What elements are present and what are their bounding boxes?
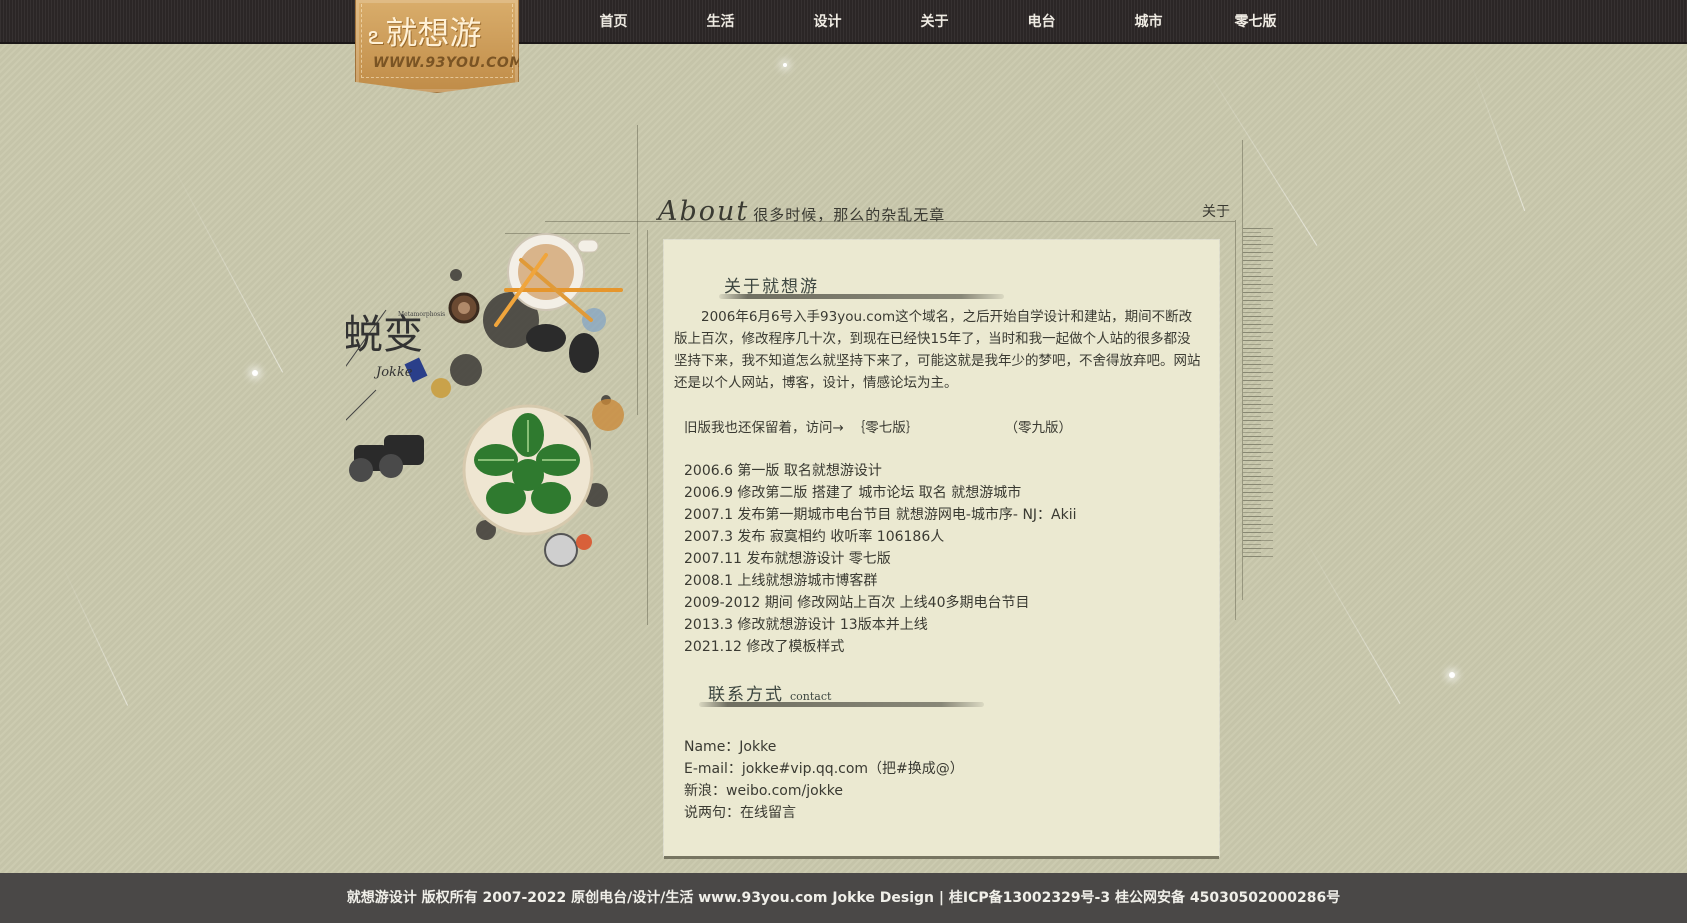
nav-radio[interactable]: 电台 (988, 0, 1095, 42)
site-logo[interactable]: ఽ就想游 WWW.93YOU.COM (355, 0, 519, 93)
tape-dispenser (544, 533, 592, 567)
light-streak (169, 160, 284, 373)
old-versions-text: 旧版我也还保留着，访问→ (684, 420, 844, 436)
timeline-item: 2007.11 发布就想游设计 零七版 (684, 551, 891, 567)
version-09-link[interactable]: （零九版） (1011, 420, 1072, 436)
stones (526, 324, 599, 373)
nav-life[interactable]: 生活 (667, 0, 774, 42)
light-streak (59, 560, 129, 706)
brush-underline (699, 702, 984, 707)
brush-underline (719, 294, 1004, 299)
nav-design[interactable]: 设计 (774, 0, 881, 42)
timeline-item: 2021.12 修改了模板样式 (684, 639, 845, 655)
contact-message: 说两句：在线留言 (684, 802, 964, 824)
timeline-item: 2007.3 发布 寂寞相约 收听率 106186人 (684, 529, 945, 545)
logo-url: WWW.93YOU.COM (373, 55, 524, 71)
camera-lens (448, 292, 480, 324)
timeline-item: 2007.1 发布第一期城市电台节目 就想游网电-城市序- NJ：Akii (684, 507, 1077, 523)
binoculars (349, 435, 424, 482)
art-slash (346, 389, 377, 421)
plant-plate (462, 404, 594, 536)
ink-splash-blue (582, 308, 606, 332)
message-link[interactable]: 在线留言 (740, 805, 796, 821)
coin (431, 378, 451, 398)
intro-paragraph: 2006年6月6号入手93you.com这个域名，之后开始自学设计和建站，期间不… (674, 309, 1201, 391)
nav-home[interactable]: 首页 (560, 0, 667, 42)
art-title: 蜕变 (346, 312, 423, 358)
frame-line (1235, 220, 1236, 620)
art-subtitle: Metamorphosis (398, 311, 445, 318)
version-07-link[interactable]: ｛零七版｝ (852, 420, 920, 436)
coffee-cup (507, 233, 599, 311)
about-title: About (658, 196, 750, 227)
site-footer: 就想游设计 版权所有 2007-2022 原创电台/设计/生活 www.93yo… (0, 873, 1687, 923)
art-signature: Jokke (373, 365, 413, 380)
timeline-item: 2006.6 第一版 取名就想游设计 (684, 463, 882, 479)
old-versions: 旧版我也还保留着，访问→ ｛零七版｝ （零九版） (684, 416, 1072, 436)
nav-about[interactable]: 关于 (881, 0, 988, 42)
ink-splash-orange (592, 399, 624, 431)
light-spark (252, 370, 258, 376)
timeline-item: 2013.3 修改就想游设计 13版本并上线 (684, 617, 928, 633)
about-subtitle: 很多时候，那么的杂乱无章 (753, 206, 946, 224)
contact-name: Name：Jokke (684, 739, 777, 755)
swirl-icon: ఽ (368, 21, 384, 51)
contact-email: E-mail：jokke#vip.qq.com（把#换成@） (684, 761, 964, 777)
about-panel: 关于就想游 2006年6月6号入手93you.com这个域名，之后开始自学设计和… (664, 240, 1219, 856)
light-spark (1449, 672, 1455, 678)
metamorphosis-collage: 蜕变 Metamorphosis Jokke (346, 233, 624, 567)
about-header: About 很多时候，那么的杂乱无章 (658, 196, 945, 227)
timeline-item: 2006.9 修改第二版 搭建了 城市论坛 取名 就想游城市 (684, 485, 1022, 501)
nav-version-07[interactable]: 零七版 (1202, 0, 1309, 42)
ruler-decoration (1243, 228, 1273, 558)
nav-city[interactable]: 城市 (1095, 0, 1202, 42)
light-spark (783, 63, 787, 67)
contact-weibo: 新浪：weibo.com/jokke (684, 783, 844, 799)
timeline-item: 2008.1 上线就想游城市博客群 (684, 573, 878, 589)
logo-title: ఽ就想游 (368, 14, 482, 52)
light-streak (1299, 530, 1401, 704)
main-nav: 首页 生活 设计 关于 电台 城市 零七版 (560, 0, 1309, 42)
light-streak (1469, 60, 1526, 212)
message-label: 说两句： (684, 805, 740, 821)
frame-line (647, 230, 648, 625)
timeline-item: 2009-2012 期间 修改网站上百次 上线40多期电台节目 (684, 595, 1030, 611)
frame-line (637, 125, 638, 415)
contact-info: Name：Jokke E-mail：jokke#vip.qq.com（把#换成@… (684, 736, 964, 824)
history-timeline: 2006.6 第一版 取名就想游设计 2006.9 修改第二版 搭建了 城市论坛… (684, 460, 1077, 658)
about-label: 关于 (1202, 204, 1230, 220)
